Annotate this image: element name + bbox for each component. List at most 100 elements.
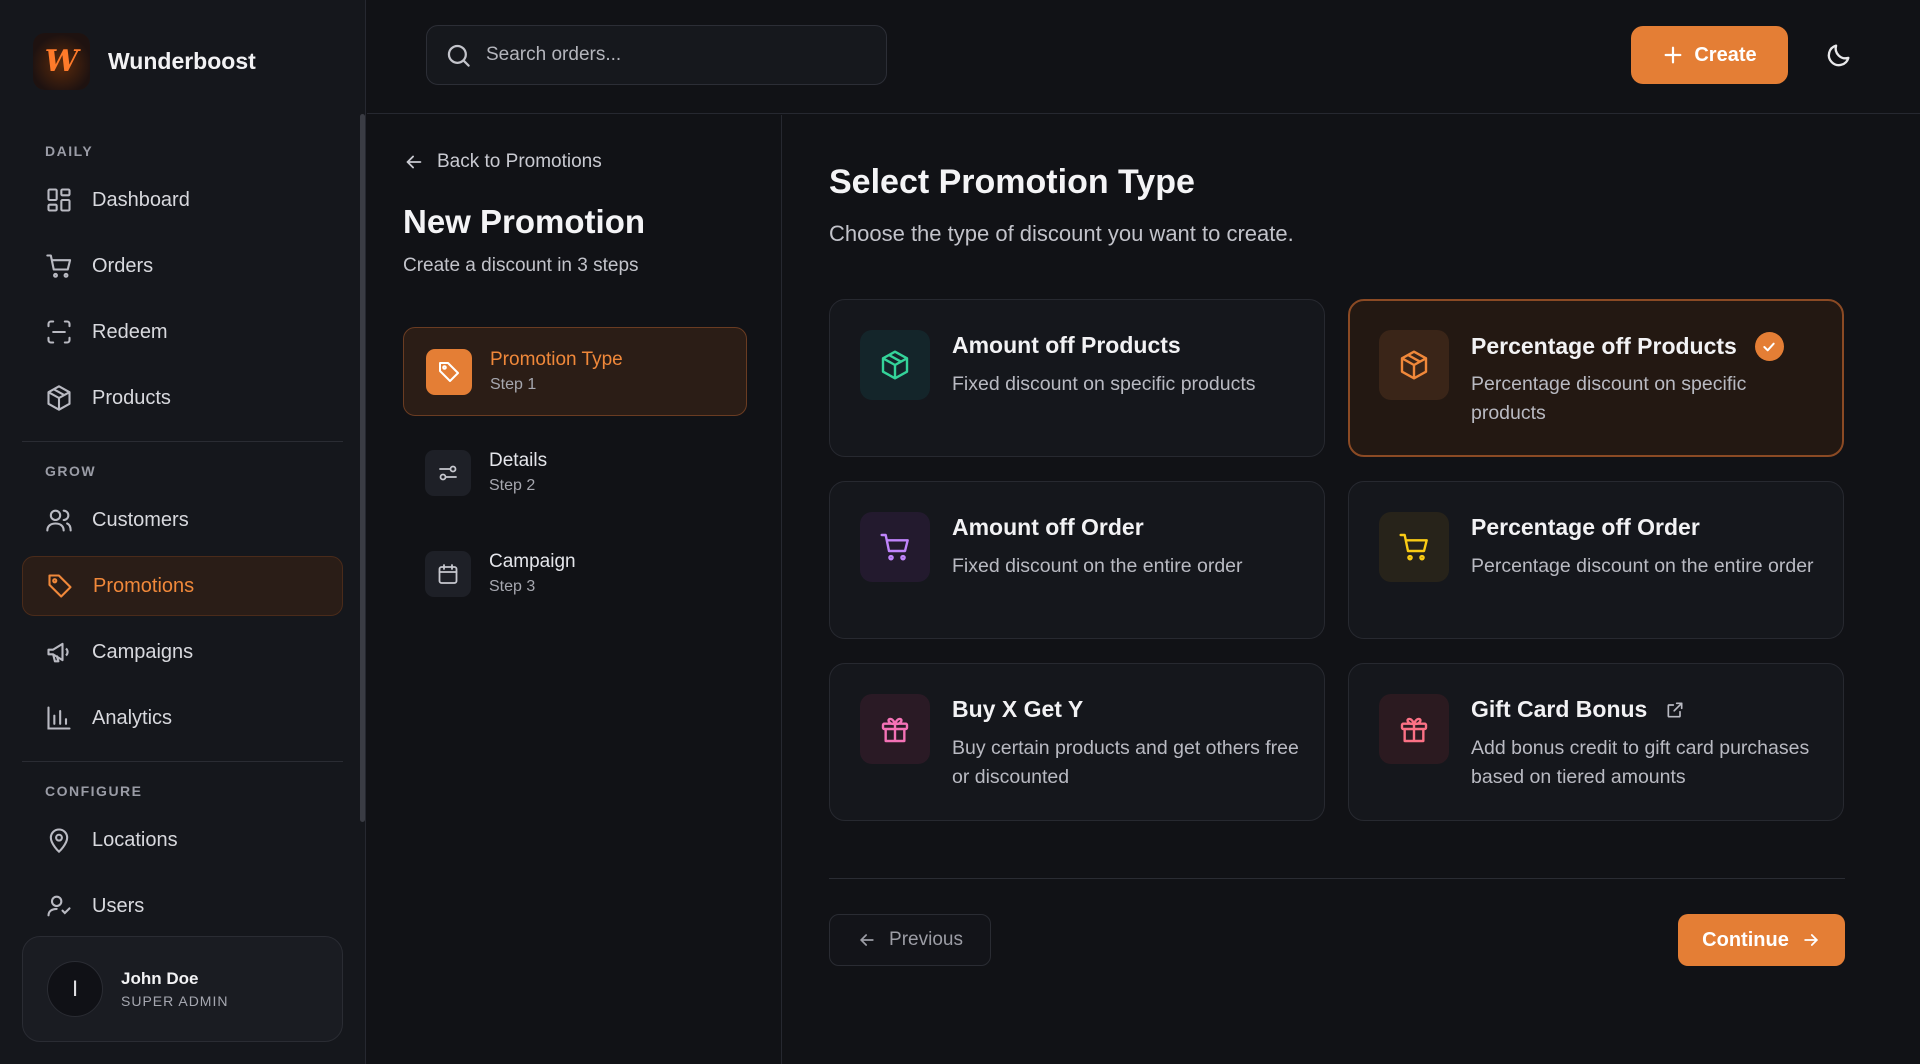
scan-icon — [45, 318, 73, 346]
brand[interactable]: W Wunderboost — [33, 33, 256, 90]
topbar: Create — [367, 0, 1920, 114]
avatar: I — [47, 961, 103, 1017]
search-box[interactable] — [426, 25, 887, 85]
card-title-text: Amount off Order — [952, 514, 1144, 540]
sidebar-item-label: Products — [92, 386, 171, 409]
card-title: Percentage off Products — [1471, 332, 1784, 361]
sidebar-item-customers[interactable]: Customers — [22, 490, 343, 550]
promo-card-gift-card-bonus[interactable]: Gift Card Bonus Add bonus credit to gift… — [1348, 663, 1844, 821]
back-to-promotions-link[interactable]: Back to Promotions — [403, 151, 602, 173]
sidebar-item-label: Users — [92, 894, 145, 917]
card-title: Buy X Get Y — [952, 696, 1083, 723]
dashboard-icon — [45, 186, 73, 214]
step-campaign[interactable]: Campaign Step 3 — [403, 529, 747, 618]
step-text: Campaign Step 3 — [489, 551, 576, 596]
card-title-text: Amount off Products — [952, 332, 1181, 358]
sidebar-item-redeem[interactable]: Redeem — [22, 302, 343, 362]
sidebar-item-analytics[interactable]: Analytics — [22, 688, 343, 748]
continue-button[interactable]: Continue — [1678, 914, 1845, 966]
card-description: Buy certain products and get others free… — [952, 737, 1299, 788]
check-mark — [1761, 339, 1777, 355]
card-title-text: Gift Card Bonus — [1471, 696, 1648, 722]
sidebar-item-orders[interactable]: Orders — [22, 236, 343, 296]
footer-divider — [829, 878, 1845, 879]
promo-card-amount-off-products[interactable]: Amount off Products Fixed discount on sp… — [829, 299, 1325, 457]
user-card[interactable]: I John Doe SUPER ADMIN — [22, 936, 343, 1042]
card-description: Percentage discount on specific products — [1471, 373, 1747, 424]
sidebar-item-label: Orders — [92, 254, 154, 277]
steps-panel: Back to Promotions New Promotion Create … — [367, 115, 782, 1064]
step-icon-box — [425, 449, 471, 496]
user-name: John Doe — [121, 969, 199, 988]
user-icon — [45, 892, 73, 920]
sidebar-item-products[interactable]: Products — [22, 368, 343, 428]
sidebar-item-label: Dashboard — [92, 188, 190, 211]
step-icon-box — [426, 348, 472, 395]
previous-button-label: Previous — [889, 929, 963, 950]
sidebar-item-label: Customers — [92, 508, 189, 531]
sidebar-scrollbar[interactable] — [360, 114, 365, 822]
sidebar-item-dashboard[interactable]: Dashboard — [22, 170, 343, 230]
arrow-right-icon — [1801, 930, 1821, 950]
moon-icon[interactable] — [1825, 41, 1853, 69]
card-description: Fixed discount on the entire order — [952, 555, 1243, 577]
cart-icon — [879, 531, 911, 563]
box-icon — [45, 384, 73, 412]
card-title: Gift Card Bonus — [1471, 696, 1685, 723]
sidebar-item-label: Locations — [92, 828, 178, 851]
bar-chart-icon — [45, 704, 73, 732]
brand-logo: W — [33, 33, 90, 90]
cart-icon — [45, 252, 73, 280]
step-label: Details — [489, 450, 548, 471]
promo-card-percentage-off-order[interactable]: Percentage off Order Percentage discount… — [1348, 481, 1844, 639]
search-input[interactable] — [486, 44, 866, 66]
main-content: Select Promotion Type Choose the type of… — [783, 115, 1920, 1064]
sidebar-item-users[interactable]: Users — [22, 876, 343, 936]
step-promotion-type[interactable]: Promotion Type Step 1 — [403, 327, 747, 416]
sidebar-item-label: Campaigns — [92, 640, 194, 663]
card-title-text: Percentage off Products — [1471, 333, 1737, 359]
page-title: New Promotion — [403, 203, 646, 240]
step-icon-box — [425, 550, 471, 597]
arrow-left-icon — [403, 151, 425, 173]
previous-button[interactable]: Previous — [829, 914, 991, 966]
card-icon-box — [1379, 694, 1449, 764]
card-title: Percentage off Order — [1471, 514, 1700, 541]
create-button-label: Create — [1694, 43, 1757, 66]
box-icon — [1398, 349, 1430, 381]
card-description: Add bonus credit to gift card purchases … — [1471, 737, 1810, 788]
back-link-label: Back to Promotions — [437, 151, 602, 172]
card-description: Fixed discount on specific products — [952, 373, 1256, 395]
cart-icon — [1398, 531, 1430, 563]
user-role: SUPER ADMIN — [121, 993, 229, 1009]
sidebar-item-promotions[interactable]: Promotions — [22, 556, 343, 616]
gift-icon — [879, 713, 911, 745]
sidebar-divider — [22, 441, 343, 442]
promo-card-buy-x-get-y[interactable]: Buy X Get Y Buy certain products and get… — [829, 663, 1325, 821]
sidebar-item-campaigns[interactable]: Campaigns — [22, 622, 343, 682]
create-button[interactable]: Create — [1631, 26, 1788, 84]
page-subtitle: Create a discount in 3 steps — [403, 255, 639, 276]
external-link-icon[interactable] — [1665, 700, 1685, 720]
card-icon-box — [860, 512, 930, 582]
card-icon-box — [860, 330, 930, 400]
promo-card-percentage-off-products[interactable]: Percentage off Products Percentage disco… — [1348, 299, 1844, 457]
tag-icon — [437, 360, 461, 384]
promo-card-amount-off-order[interactable]: Amount off Order Fixed discount on the e… — [829, 481, 1325, 639]
sidebar-item-locations[interactable]: Locations — [22, 810, 343, 870]
card-title-text: Percentage off Order — [1471, 514, 1700, 540]
section-label-grow: GROW — [45, 463, 97, 479]
step-number: Step 3 — [489, 578, 536, 595]
sidebar-divider — [22, 761, 343, 762]
step-details[interactable]: Details Step 2 — [403, 428, 747, 517]
sidebar-item-label: Promotions — [93, 574, 195, 597]
arrow-left-icon — [857, 930, 877, 950]
step-label: Promotion Type — [490, 349, 623, 370]
megaphone-icon — [45, 638, 73, 666]
check-icon — [1754, 332, 1784, 361]
tag-icon — [46, 572, 74, 600]
step-text: Details Step 2 — [489, 450, 547, 495]
card-title: Amount off Products — [952, 332, 1181, 359]
step-number: Step 1 — [490, 376, 537, 393]
continue-button-label: Continue — [1702, 928, 1789, 951]
